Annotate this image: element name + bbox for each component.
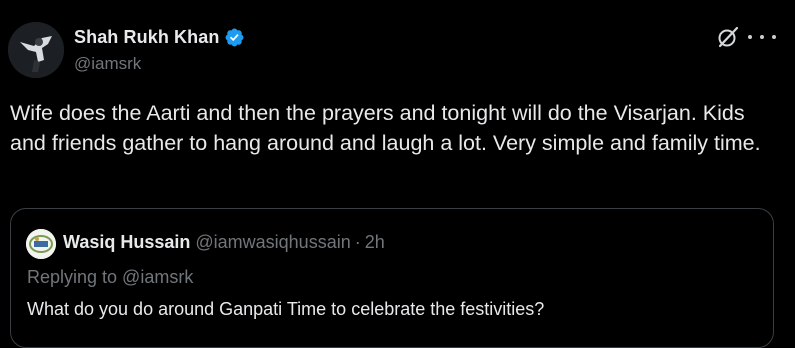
quoted-replying-to: Replying to @iamsrk	[27, 267, 194, 287]
author-handle[interactable]: @iamsrk	[74, 54, 245, 74]
tweet-text: Wife does the Aarti and then the prayers…	[10, 101, 761, 155]
quoted-header: Wasiq Hussain @iamwasiqhussain · 2h	[63, 232, 385, 253]
quoted-text: What do you do around Ganpati Time to ce…	[27, 299, 545, 319]
quoted-avatar-image	[26, 229, 56, 259]
author-avatar[interactable]	[8, 22, 64, 78]
quoted-author-avatar[interactable]	[26, 229, 56, 259]
tweet-card: Shah Rukh Khan @iamsrk Wife does the Aar…	[0, 0, 795, 348]
author-block: Shah Rukh Khan @iamsrk	[74, 24, 245, 74]
quoted-separator: ·	[354, 232, 361, 252]
quoted-handle[interactable]: @iamwasiqhussain	[195, 232, 350, 253]
more-dot	[760, 35, 764, 39]
more-dot	[748, 35, 752, 39]
author-name-row: Shah Rukh Khan	[74, 24, 245, 50]
grok-icon[interactable]	[717, 26, 739, 48]
verified-badge-icon[interactable]	[224, 27, 245, 48]
more-dot	[772, 35, 776, 39]
quoted-tweet[interactable]: Wasiq Hussain @iamwasiqhussain · 2h Repl…	[10, 208, 774, 348]
quoted-display-name[interactable]: Wasiq Hussain	[63, 232, 190, 253]
more-icon[interactable]	[748, 26, 776, 48]
quoted-timestamp[interactable]: 2h	[365, 232, 385, 253]
author-avatar-image	[8, 22, 64, 78]
author-display-name[interactable]: Shah Rukh Khan	[74, 27, 219, 48]
